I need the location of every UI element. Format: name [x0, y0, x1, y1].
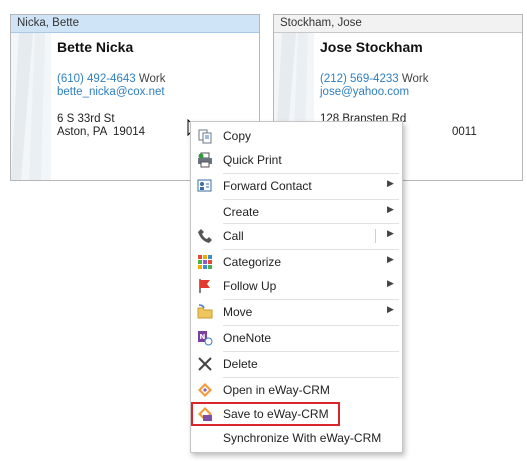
submenu-arrow-icon: ▶ [387, 178, 394, 188]
menu-item-delete[interactable]: Delete [191, 352, 402, 376]
menu-item-label: Open in eWay-CRM [223, 383, 330, 397]
menu-item-categorize[interactable]: Categorize ▶ [191, 250, 402, 274]
menu-item-copy[interactable]: Copy [191, 124, 402, 148]
menu-item-forward-contact[interactable]: Forward Contact ▶ [191, 174, 402, 198]
highlight-box [191, 402, 340, 426]
onenote-icon: N [198, 331, 213, 346]
menu-item-onenote[interactable]: N OneNote [191, 326, 402, 350]
delete-icon [198, 357, 212, 371]
menu-item-label: Follow Up [223, 279, 277, 293]
menu-item-label: Call [223, 229, 244, 243]
phone-number[interactable]: (610) 492-4643 [57, 73, 136, 85]
contact-phone: (212) 569-4233 Work [320, 73, 428, 85]
menu-item-label: Create [223, 205, 260, 219]
menu-item-label: OneNote [223, 331, 272, 345]
submenu-arrow-icon: ▶ [387, 204, 394, 214]
split-divider [375, 229, 376, 243]
menu-item-label: Copy [223, 129, 252, 143]
menu-item-label: Delete [223, 357, 258, 371]
menu-item-label: Move [223, 305, 253, 319]
menu-item-label: Quick Print [223, 153, 282, 167]
categorize-icon [198, 255, 212, 269]
folder-move-icon [197, 304, 213, 319]
submenu-arrow-icon: ▶ [387, 304, 394, 314]
menu-item-call[interactable]: Call ▶ [191, 224, 402, 248]
contact-name: Jose Stockham [320, 39, 423, 55]
menu-item-label: Forward Contact [223, 179, 312, 193]
submenu-arrow-icon[interactable]: ▶ [387, 228, 394, 239]
contact-email[interactable]: jose@yahoo.com [320, 86, 409, 98]
contact-name: Bette Nicka [57, 39, 134, 55]
menu-item-quick-print[interactable]: Quick Print [191, 148, 402, 172]
submenu-arrow-icon: ▶ [387, 278, 394, 288]
card-header[interactable]: Stockham, Jose [274, 15, 522, 33]
print-icon [198, 152, 212, 168]
copy-icon [198, 129, 212, 144]
address-line-2: 0011 [452, 126, 477, 138]
contact-email[interactable]: bette_nicka@cox.net [57, 86, 165, 98]
phone-icon [198, 229, 212, 243]
menu-item-label: Synchronize With eWay-CRM [223, 431, 382, 445]
menu-item-create[interactable]: Create ▶ [191, 200, 402, 224]
menu-item-open-in-eway-crm[interactable]: Open in eWay-CRM [191, 378, 402, 402]
phone-type: Work [401, 73, 429, 85]
menu-item-follow-up[interactable]: Follow Up ▶ [191, 274, 402, 298]
card-header[interactable]: Nicka, Bette [11, 15, 259, 33]
menu-item-synchronize-with-eway-crm[interactable]: Synchronize With eWay-CRM [191, 426, 402, 450]
address-line-1: 6 S 33rd St [57, 113, 115, 125]
phone-number[interactable]: (212) 569-4233 [320, 73, 399, 85]
menu-item-label: Categorize [223, 255, 282, 269]
eway-open-icon [198, 383, 212, 397]
phone-type: Work [138, 73, 166, 85]
svg-text:N: N [200, 333, 206, 341]
forward-contact-icon [197, 179, 212, 192]
context-menu: Copy Quick Print Forward Contact ▶ Creat… [190, 121, 403, 453]
menu-item-move[interactable]: Move ▶ [191, 300, 402, 324]
submenu-arrow-icon: ▶ [387, 254, 394, 264]
contact-phone: (610) 492-4643 Work [57, 73, 165, 85]
card-decoration [11, 33, 51, 180]
address-line-2: Aston, PA 19014 [57, 126, 146, 138]
flag-icon [199, 279, 210, 293]
